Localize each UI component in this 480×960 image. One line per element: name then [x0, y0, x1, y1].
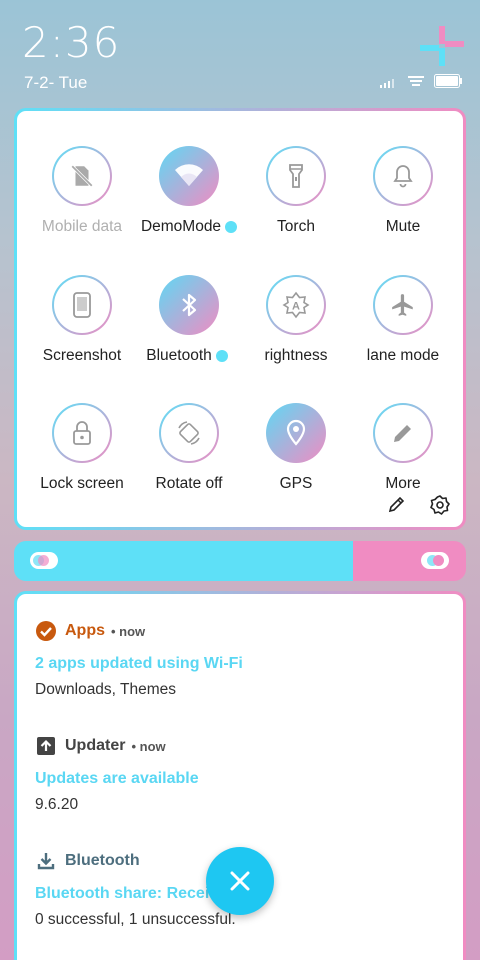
date: 7-2- Tue	[24, 73, 88, 92]
lock-icon	[73, 421, 91, 445]
tile-label: Screenshot	[42, 347, 122, 364]
status-dot	[215, 349, 228, 362]
tile-label: Mute	[385, 218, 421, 235]
tile-brightness[interactable]: A rightness	[241, 275, 351, 365]
panel-tools	[387, 494, 451, 521]
settings-icon[interactable]	[429, 494, 451, 521]
tile-ring	[266, 403, 326, 463]
rotate-icon	[178, 421, 200, 445]
status-dot	[225, 220, 238, 233]
clear-notifications-button[interactable]	[206, 847, 274, 915]
pencil-icon	[394, 425, 411, 442]
notification-title: Updates are available	[35, 770, 199, 787]
flashlight-icon	[289, 164, 303, 188]
tile-torch[interactable]: Torch	[241, 146, 351, 236]
system-icons	[380, 74, 462, 93]
tile-label: lane mode	[366, 347, 440, 364]
check-badge-icon	[35, 620, 57, 642]
tile-ring	[266, 146, 326, 206]
notification-body: Downloads, Themes	[35, 681, 177, 698]
tile-ring	[159, 403, 219, 463]
notification-app-name: Updater	[65, 737, 126, 754]
tile-ring: A	[266, 275, 326, 335]
tile-rotate[interactable]: Rotate off	[134, 403, 244, 493]
tile-mute[interactable]: Mute	[348, 146, 458, 236]
tile-lock-screen[interactable]: Lock screen	[27, 403, 137, 493]
tile-label: Mobile data	[41, 218, 123, 235]
upload-icon	[35, 735, 57, 757]
tile-ring	[52, 275, 112, 335]
tile-ring	[52, 146, 112, 206]
quick-settings-panel: Mobile data DemoMode Torch Mute Screensh…	[14, 108, 466, 530]
wifi-icon	[175, 164, 203, 186]
tile-label: Bluetooth	[146, 347, 212, 364]
sim-off-icon	[71, 165, 93, 187]
tile-label: DemoMode	[140, 218, 222, 235]
notification-time: now	[119, 623, 146, 639]
download-icon	[35, 850, 57, 872]
tile-gps[interactable]: GPS	[241, 403, 351, 493]
brightness-max-toggle	[421, 552, 449, 569]
tile-ring	[159, 146, 219, 206]
close-icon	[230, 871, 250, 891]
tile-label: rightness	[264, 347, 328, 364]
status-bar: 2:36 7-2- Tue	[0, 0, 480, 105]
tile-demomode[interactable]: DemoMode	[134, 146, 244, 236]
tile-ring	[159, 275, 219, 335]
tile-ring	[52, 403, 112, 463]
tile-label: More	[385, 475, 421, 492]
tile-label: Rotate off	[155, 475, 223, 492]
notification-title: 2 apps updated using Wi-Fi	[35, 655, 243, 672]
brightness-min-toggle	[30, 552, 58, 569]
notification-app-name: Apps	[65, 622, 105, 639]
tile-more[interactable]: More	[348, 403, 458, 493]
tile-airplane-mode[interactable]: lane mode	[348, 275, 458, 365]
notification-item[interactable]: Updater • now Updates are available 9.6.…	[35, 734, 455, 814]
bluetooth-icon	[182, 293, 197, 317]
tile-label: GPS	[279, 475, 313, 492]
tile-label: Torch	[277, 218, 315, 235]
airplane-icon	[392, 294, 413, 316]
tile-bluetooth[interactable]: Bluetooth	[134, 275, 244, 365]
bell-icon	[393, 165, 413, 188]
brightness-track	[353, 541, 466, 581]
tile-ring	[373, 403, 433, 463]
tile-label: Lock screen	[40, 475, 124, 492]
notification-app-name: Bluetooth	[65, 852, 140, 869]
signal-icon	[380, 75, 398, 93]
battery-icon	[434, 74, 462, 93]
svg-text:A: A	[292, 301, 300, 313]
brightness-fill	[14, 541, 353, 581]
notification-time: now	[139, 738, 166, 754]
phone-icon	[73, 292, 91, 318]
edit-icon[interactable]	[387, 494, 407, 521]
brightness-auto-icon: A	[282, 291, 310, 319]
location-icon	[286, 419, 306, 446]
brightness-slider[interactable]	[14, 541, 466, 581]
tile-ring	[373, 275, 433, 335]
clock: 2:36	[22, 18, 121, 67]
tile-ring	[373, 146, 433, 206]
wifi-icon	[408, 75, 424, 93]
notification-body: 9.6.20	[35, 796, 79, 813]
notification-item[interactable]: Apps • now 2 apps updated using Wi-Fi Do…	[35, 619, 455, 699]
app-logo-icon	[420, 26, 464, 66]
tile-screenshot[interactable]: Screenshot	[27, 275, 137, 365]
tile-mobile-data[interactable]: Mobile data	[27, 146, 137, 236]
